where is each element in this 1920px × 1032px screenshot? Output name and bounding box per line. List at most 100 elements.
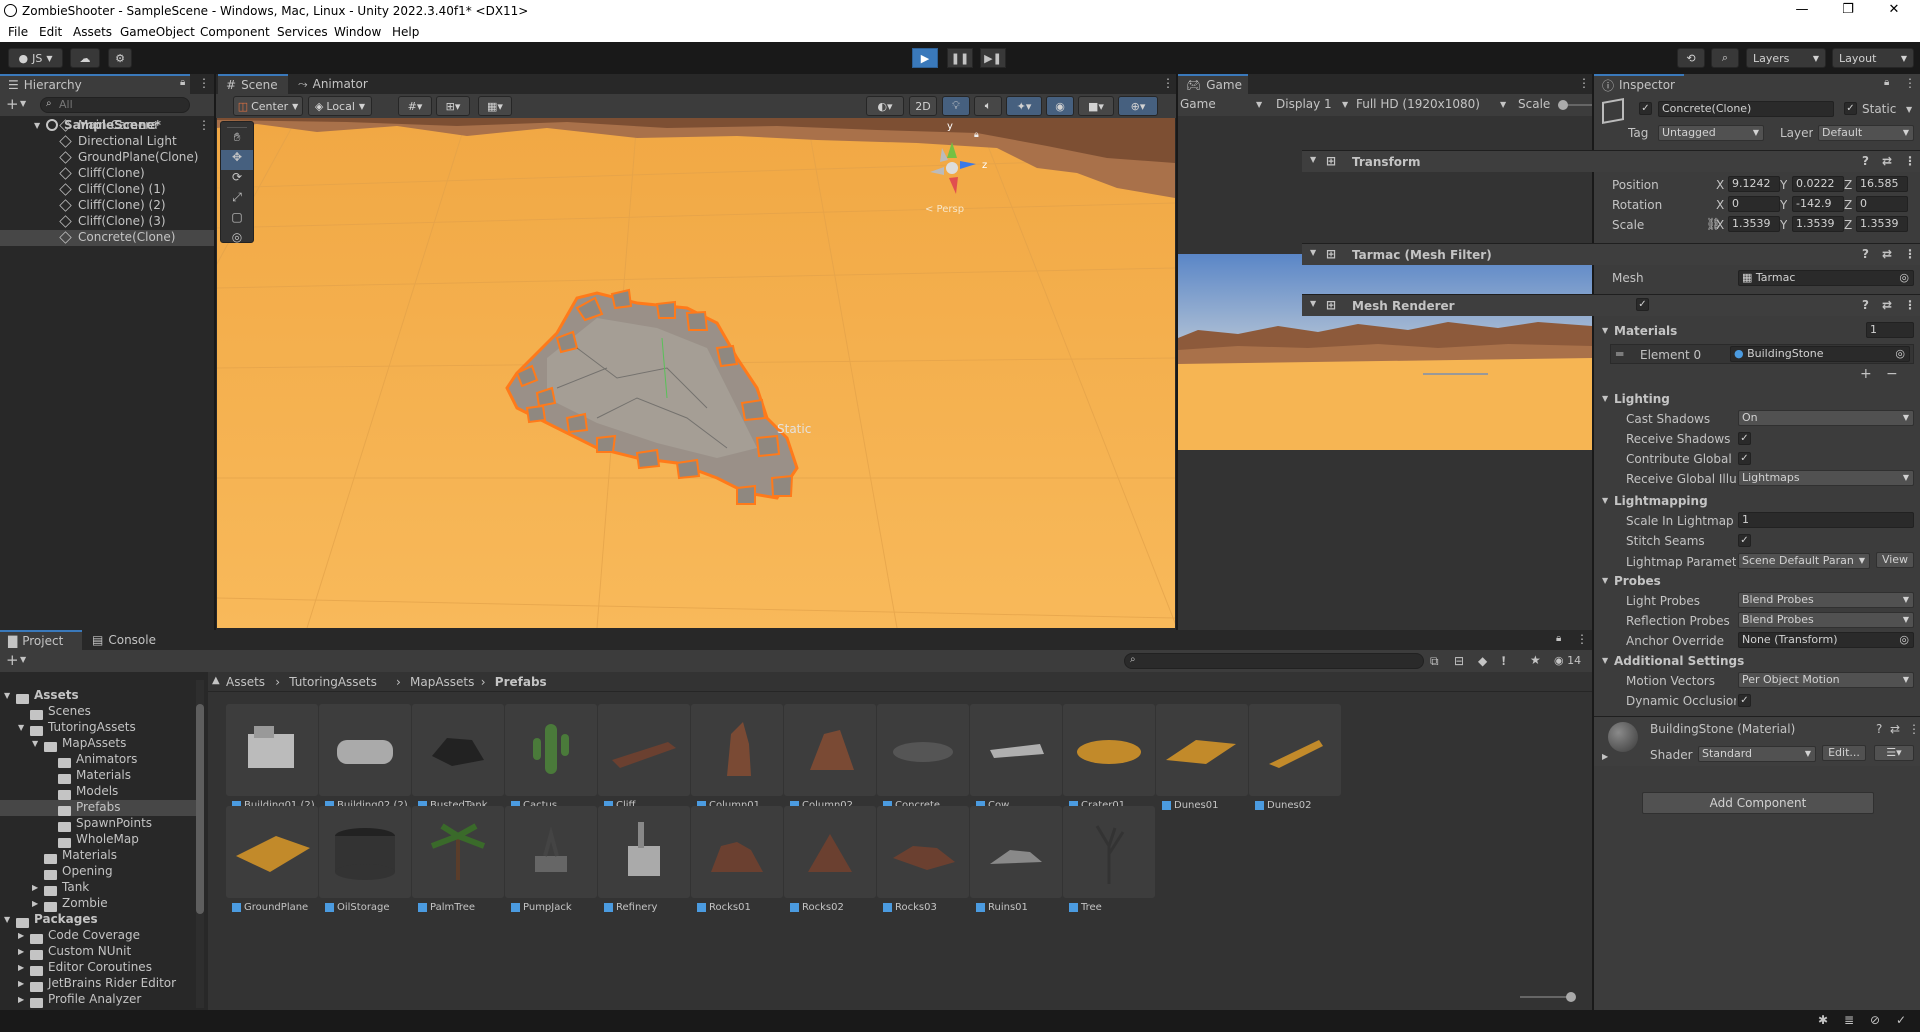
- asset-item[interactable]: OilStorage: [319, 806, 411, 918]
- tree-item[interactable]: ▶ JetBrains Rider Editor: [0, 976, 196, 992]
- asset-item[interactable]: BustedTank: [412, 704, 504, 816]
- asset-item[interactable]: Dunes01: [1156, 704, 1248, 816]
- zoom-slider-handle[interactable]: [1566, 992, 1576, 1002]
- anchor-override-field[interactable]: None (Transform) ◎: [1738, 632, 1914, 648]
- contribute-gi-checkbox[interactable]: ✓: [1738, 452, 1751, 465]
- tree-scrollbar-thumb[interactable]: [196, 704, 204, 914]
- menu-window[interactable]: Window: [334, 25, 381, 39]
- expand-icon[interactable]: ▼: [1310, 248, 1316, 257]
- expand-icon[interactable]: ▶: [18, 963, 24, 972]
- asset-item[interactable]: Rocks01: [691, 806, 783, 918]
- more-icon[interactable]: ⋮: [1904, 154, 1916, 168]
- tree-item[interactable]: ▶ Tank: [0, 880, 196, 896]
- more-icon[interactable]: ⋮: [1904, 298, 1916, 312]
- asset-item[interactable]: Cliff: [598, 704, 690, 816]
- snap-increment-button[interactable]: ⊞▾: [436, 96, 470, 116]
- expand-icon[interactable]: ▶: [32, 899, 38, 908]
- layout-dropdown[interactable]: Layout ▼: [1832, 48, 1914, 68]
- tree-item[interactable]: ▼ Packages: [0, 912, 196, 928]
- tree-item[interactable]: ▼ MapAssets: [0, 736, 196, 752]
- rotation-y-field[interactable]: -142.9: [1792, 196, 1844, 212]
- menu-edit[interactable]: Edit: [39, 25, 62, 39]
- asset-item[interactable]: PalmTree: [412, 806, 504, 918]
- tag-dropdown[interactable]: Untagged ▼: [1658, 125, 1764, 141]
- help-icon[interactable]: ?: [1862, 154, 1869, 168]
- scale-z-field[interactable]: 1.3539: [1856, 216, 1908, 232]
- expand-icon[interactable]: ▼: [18, 723, 24, 732]
- asset-item[interactable]: Cactus: [505, 704, 597, 816]
- scale-lightmap-field[interactable]: 1: [1738, 512, 1914, 528]
- close-icon[interactable]: ✕: [1874, 2, 1914, 20]
- object-picker-icon[interactable]: ◎: [1895, 347, 1905, 361]
- expand-icon[interactable]: ▶: [18, 979, 24, 988]
- help-icon[interactable]: ?: [1876, 722, 1882, 736]
- preset-icon[interactable]: ⇄: [1882, 154, 1892, 168]
- game-mode-dropdown[interactable]: Game ▼: [1180, 97, 1266, 111]
- preset-icon[interactable]: ⇄: [1882, 298, 1892, 312]
- dynamic-occlusion-checkbox[interactable]: ✓: [1738, 694, 1751, 707]
- asset-item[interactable]: Crater01: [1063, 704, 1155, 816]
- tree-scrollbar[interactable]: [196, 680, 204, 1008]
- chevron-down-icon[interactable]: ▼: [20, 655, 26, 664]
- hierarchy-item[interactable]: Main Camera: [0, 118, 214, 134]
- more-icon[interactable]: ⋮: [1576, 632, 1588, 646]
- hierarchy-search-input[interactable]: All: [40, 97, 190, 113]
- hierarchy-item[interactable]: Cliff(Clone) (2): [0, 198, 214, 214]
- preset-icon[interactable]: ⇄: [1882, 247, 1892, 261]
- star-icon[interactable]: ★: [1530, 653, 1541, 667]
- search-by-type-icon[interactable]: ⧉: [1430, 654, 1439, 669]
- menu-assets[interactable]: Assets: [73, 25, 112, 39]
- tree-item[interactable]: Models: [0, 784, 196, 800]
- tree-item[interactable]: Animators: [0, 752, 196, 768]
- history-button[interactable]: ⟲: [1677, 48, 1705, 68]
- rotate-tool-icon[interactable]: ⟳: [221, 170, 253, 190]
- more-icon[interactable]: ⋮: [1162, 76, 1174, 90]
- help-icon[interactable]: ?: [1862, 247, 1869, 261]
- asset-item[interactable]: GroundPlane: [226, 806, 318, 918]
- draw-mode-dropdown[interactable]: ◐▾: [866, 96, 904, 116]
- asset-item[interactable]: Cow: [970, 704, 1062, 816]
- layer-dropdown[interactable]: Default ▼: [1818, 125, 1914, 141]
- tab-console[interactable]: ▤ Console: [84, 630, 166, 650]
- resolution-dropdown[interactable]: Full HD (1920x1080) ▼: [1356, 97, 1510, 111]
- tree-item[interactable]: Opening: [0, 864, 196, 880]
- hidden-count[interactable]: ◉ 14: [1554, 654, 1581, 667]
- scene-viewport[interactable]: y z 🔒︎ < Persp Static ✋︎ ✥ ⟳ ⤢ ▢ ◎: [217, 118, 1175, 628]
- ruler-button[interactable]: ▦▾: [478, 96, 512, 116]
- add-element-icon[interactable]: +: [1860, 366, 1872, 382]
- tree-item[interactable]: ▼ TutoringAssets: [0, 720, 196, 736]
- hierarchy-item[interactable]: Concrete(Clone): [0, 230, 214, 246]
- expand-icon[interactable]: ▼: [1602, 326, 1608, 335]
- expand-icon[interactable]: ▶: [18, 931, 24, 940]
- expand-icon[interactable]: ▼: [1602, 576, 1608, 585]
- mesh-filter-header[interactable]: ▼ ⊞ Tarmac (Mesh Filter)? ⇄ ⋮: [1302, 243, 1920, 265]
- effects-dropdown[interactable]: ✦▾: [1006, 96, 1042, 116]
- expand-icon[interactable]: ▼: [1602, 656, 1608, 665]
- cast-shadows-dropdown[interactable]: On ▼: [1738, 410, 1914, 426]
- lock-icon[interactable]: 🔒︎: [1556, 633, 1561, 644]
- asset-item[interactable]: PumpJack: [505, 806, 597, 918]
- receive-shadows-checkbox[interactable]: ✓: [1738, 432, 1751, 445]
- asset-item[interactable]: Column02: [784, 704, 876, 816]
- expand-icon[interactable]: ▼: [1602, 394, 1608, 403]
- hierarchy-item[interactable]: Cliff(Clone): [0, 166, 214, 182]
- lighting-toggle[interactable]: 💡︎: [942, 96, 970, 116]
- asset-item[interactable]: Concrete: [877, 704, 969, 816]
- add-icon[interactable]: +: [6, 95, 19, 113]
- expand-icon[interactable]: ▼: [4, 691, 10, 700]
- tree-item[interactable]: ▼ Assets: [0, 688, 196, 704]
- breadcrumb-item[interactable]: TutoringAssets: [289, 675, 377, 689]
- tab-animator[interactable]: ⤳ Animator: [290, 74, 370, 94]
- rect-tool-icon[interactable]: ▢: [221, 210, 253, 230]
- object-picker-icon[interactable]: ◎: [1899, 271, 1909, 285]
- expand-icon[interactable]: ▼: [1310, 299, 1316, 308]
- view-button[interactable]: View: [1876, 552, 1914, 568]
- asset-item[interactable]: Tree: [1063, 806, 1155, 918]
- asset-item[interactable]: Dunes02: [1249, 704, 1341, 816]
- pivot-dropdown[interactable]: ◫ Center ▼: [233, 96, 303, 116]
- tree-item[interactable]: ▶ Code Coverage: [0, 928, 196, 944]
- warning-icon[interactable]: ❗︎: [1502, 654, 1505, 669]
- scale-y-field[interactable]: 1.3539: [1792, 216, 1844, 232]
- edit-shader-button[interactable]: Edit...: [1822, 745, 1866, 761]
- tree-item[interactable]: ▶ Custom NUnit: [0, 944, 196, 960]
